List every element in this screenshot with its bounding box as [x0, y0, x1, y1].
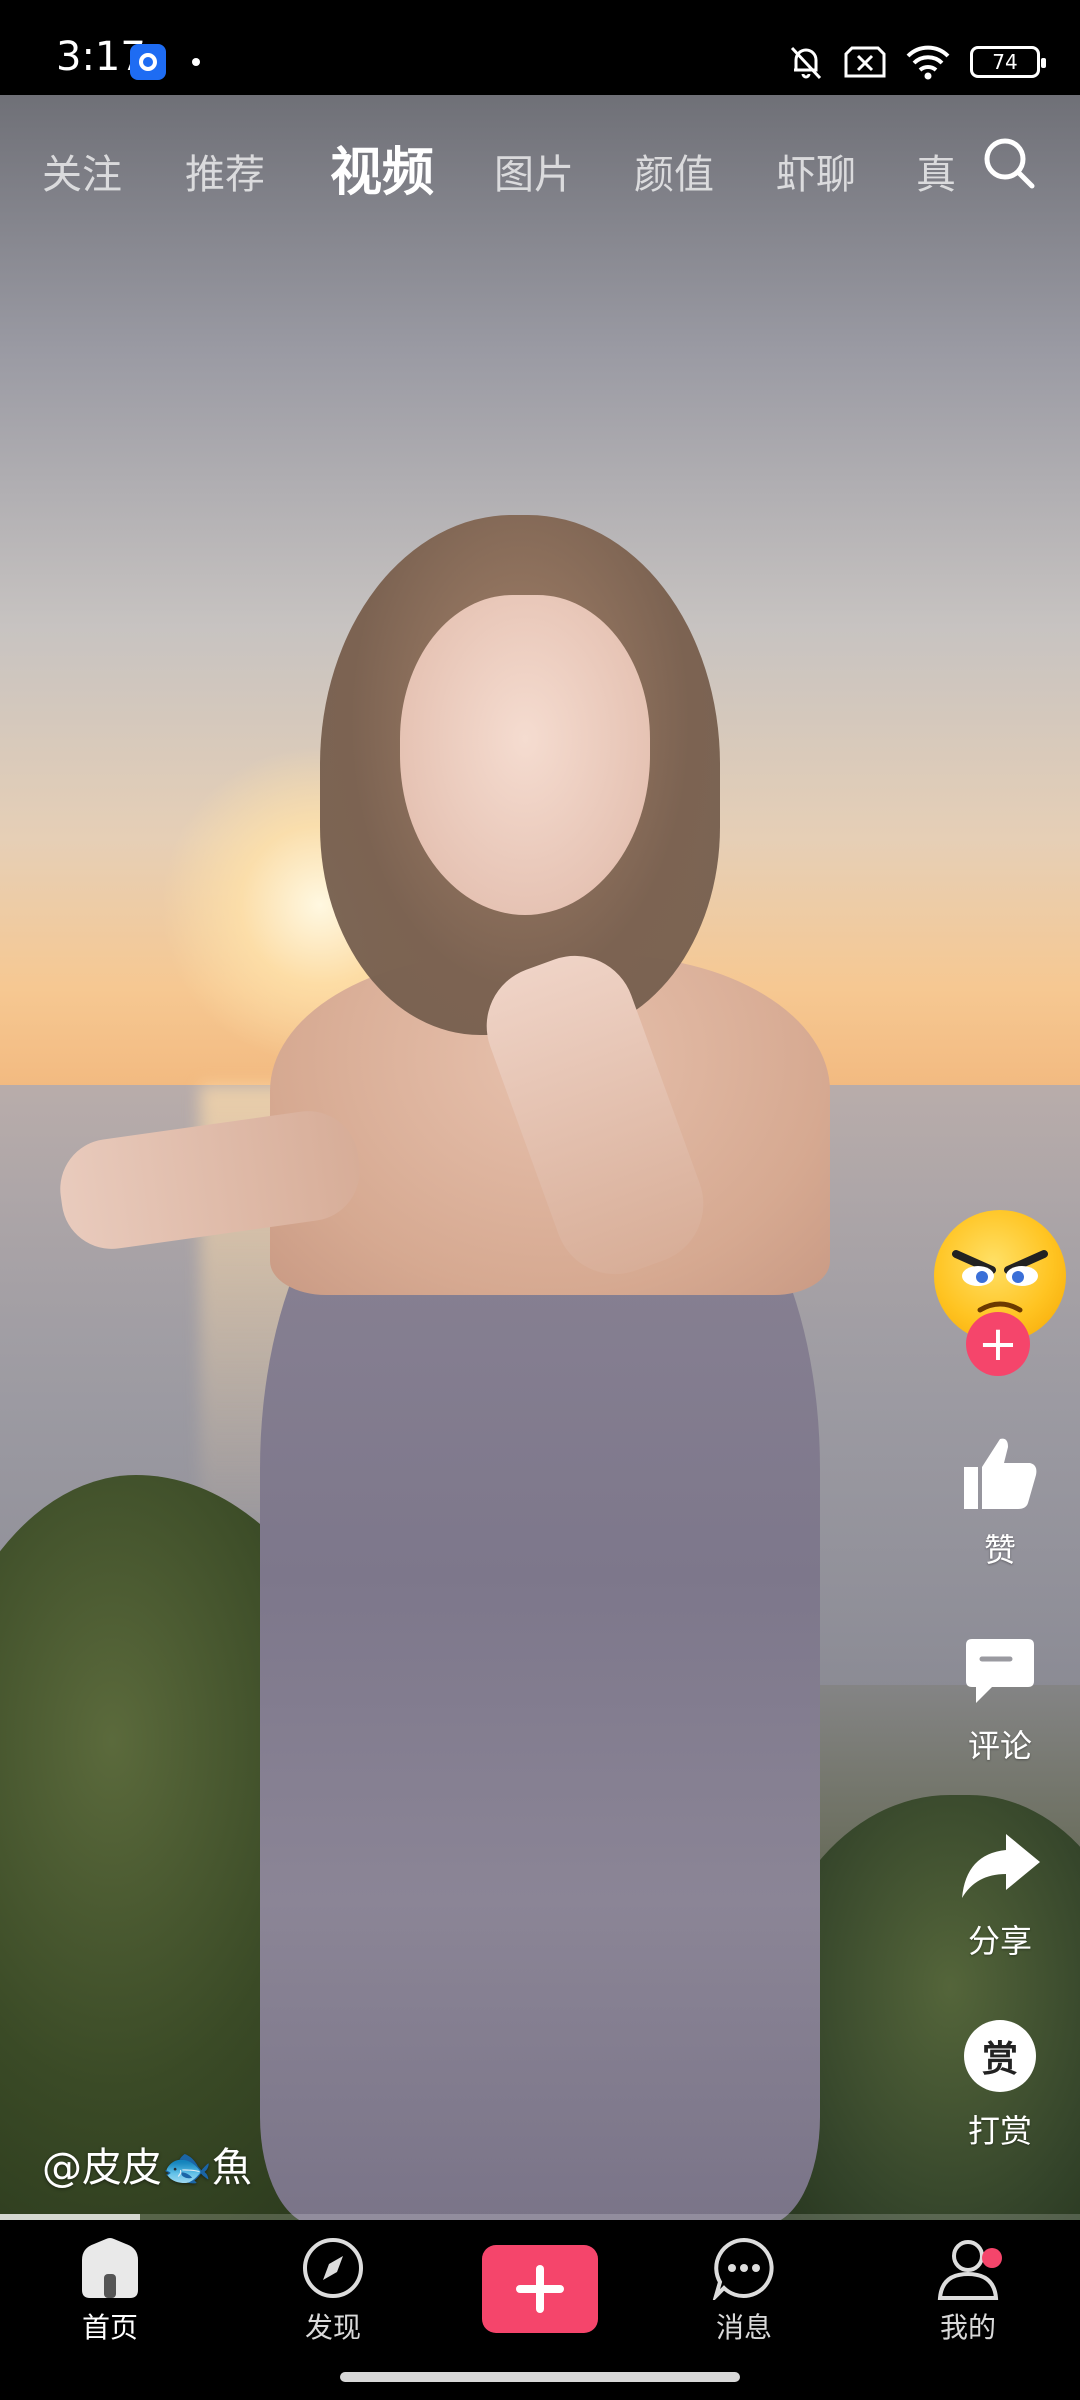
tab-chat[interactable]: 虾聊: [776, 142, 856, 200]
tab-more[interactable]: 真: [916, 142, 956, 200]
status-bar: 3:17 74: [0, 0, 1080, 95]
profile-icon: [937, 2240, 999, 2300]
reward-label: 打赏: [967, 2112, 1032, 2150]
share-button[interactable]: 分享: [920, 1830, 1080, 1962]
author-name-suffix: 魚: [211, 2145, 252, 2191]
follow-button[interactable]: +: [966, 1312, 1030, 1376]
video-actions: + 赞 评论 分享 赏 打赏: [920, 1200, 1080, 2200]
author-fish-emoji: 🐟: [162, 2145, 212, 2191]
tab-following[interactable]: 关注: [42, 142, 122, 200]
status-icons: 74: [786, 40, 1046, 84]
home-indicator[interactable]: [340, 2372, 740, 2382]
tab-recommended[interactable]: 推荐: [185, 142, 265, 200]
video-figure-face: [400, 595, 650, 915]
wifi-icon: [906, 45, 950, 80]
comment-label: 评论: [967, 1727, 1032, 1765]
home-icon: [82, 2238, 138, 2298]
author-name-prefix: @皮皮: [42, 2145, 162, 2191]
nav-home-label: 首页: [81, 2311, 138, 2344]
tab-looks[interactable]: 颜值: [634, 142, 714, 200]
top-category-tabs: 关注 推荐 视频 图片 颜值 虾聊 真: [0, 120, 1080, 220]
tab-video[interactable]: 视频: [330, 130, 434, 205]
tab-pictures[interactable]: 图片: [494, 142, 574, 200]
video-author[interactable]: @皮皮🐟魚: [42, 2135, 252, 2193]
plus-icon: [516, 2265, 564, 2313]
comment-icon: [966, 1639, 1034, 1703]
like-label: 赞: [983, 1531, 1016, 1569]
comment-button[interactable]: 评论: [920, 1635, 1080, 1767]
share-label: 分享: [967, 1922, 1032, 1960]
compass-icon: [303, 2238, 363, 2298]
video-player[interactable]: [0, 95, 1080, 2220]
battery-level: 74: [992, 50, 1018, 74]
nav-discover[interactable]: 发现: [253, 2236, 413, 2346]
reward-button[interactable]: 赏 打赏: [920, 2020, 1080, 2152]
nav-profile-label: 我的: [939, 2311, 996, 2344]
search-icon[interactable]: [980, 134, 1040, 194]
nav-home[interactable]: 首页: [30, 2236, 190, 2346]
message-icon: [712, 2237, 774, 2300]
nav-messages[interactable]: 消息: [664, 2236, 824, 2346]
battery-indicator: 74: [970, 46, 1046, 78]
nav-messages-label: 消息: [715, 2311, 772, 2344]
publish-button[interactable]: [482, 2245, 598, 2333]
nav-profile[interactable]: 我的: [888, 2236, 1048, 2346]
notification-dot-icon: [192, 58, 200, 66]
mute-icon: [790, 46, 822, 80]
no-sim-icon: [844, 46, 886, 78]
profile-notification-badge: [982, 2248, 1002, 2268]
share-arrow-icon: [962, 1834, 1040, 1898]
video-figure-dress: [260, 1145, 820, 2220]
reward-icon: 赏: [964, 2020, 1036, 2092]
like-button[interactable]: 赞: [920, 1435, 1080, 1571]
thumbs-up-icon: [964, 1438, 1037, 1509]
app-notification-icon: [130, 44, 166, 80]
nav-discover-label: 发现: [304, 2311, 361, 2344]
